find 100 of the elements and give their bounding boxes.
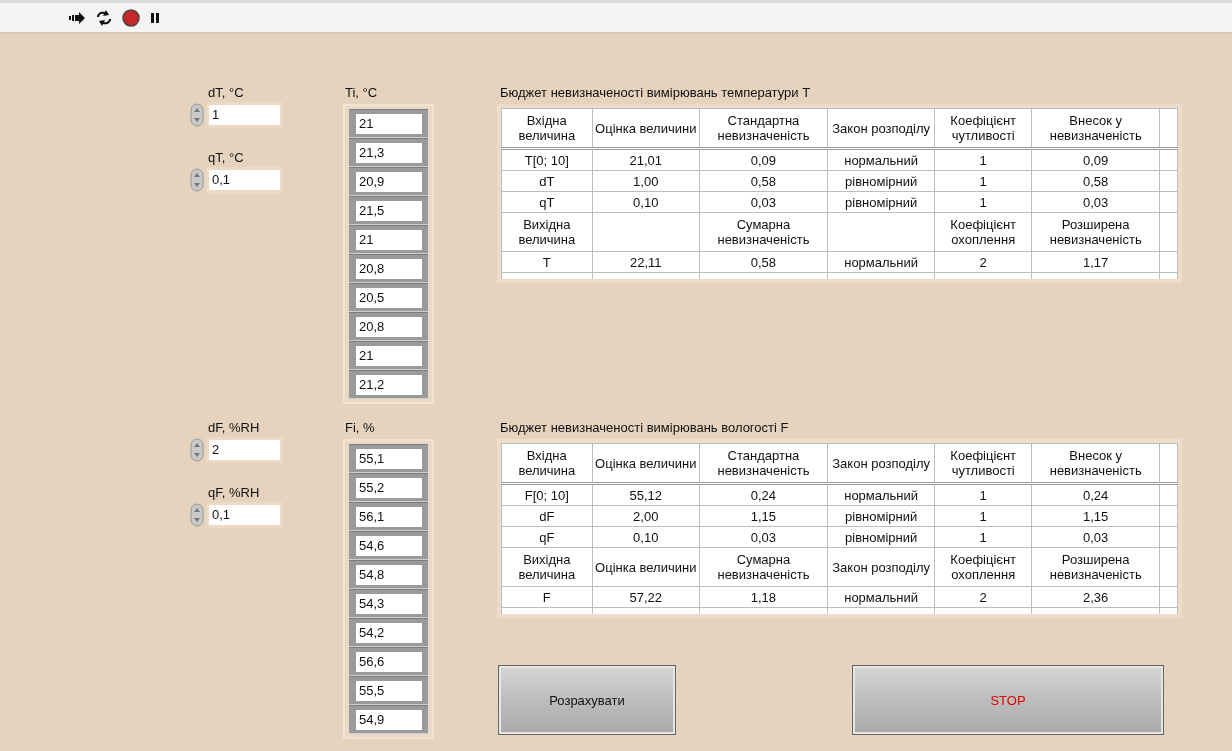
numeric-field[interactable]: 1 — [206, 102, 283, 128]
array-element-field[interactable]: 20,9 — [356, 172, 422, 192]
field-label: dF, %RH — [208, 420, 260, 436]
table-cell: 1 — [979, 152, 987, 168]
column-header: Стандартна невизначеність — [716, 113, 811, 143]
table-title: Бюджет невизначеності вимірювань температури T — [500, 85, 812, 101]
column-header: Внесок у невизначеність — [1048, 448, 1143, 478]
table-cell: F — [542, 589, 551, 605]
calculate-button[interactable]: Розрахувати — [498, 665, 676, 735]
table-cell: T — [542, 254, 551, 270]
table-cell: нормальний — [844, 254, 919, 270]
table-cell: 1 — [979, 194, 987, 210]
field-label: qF, %RH — [208, 485, 260, 501]
table-cell: qF — [539, 529, 555, 545]
column-header: Оцінка величини — [595, 455, 697, 471]
table-cell: 1,15 — [1083, 508, 1109, 524]
table-cell: рівномірний — [845, 529, 918, 545]
table-cell: рівномірний — [845, 508, 918, 524]
array-element-field[interactable]: 20,5 — [356, 288, 422, 308]
table-cell: 1,00 — [633, 173, 659, 189]
array-element-field[interactable]: 56,6 — [356, 652, 422, 672]
column-header: Розширена невизначеність — [1048, 552, 1143, 582]
column-header: Сумарна невизначеність — [716, 217, 811, 247]
table-cell: 1 — [979, 173, 987, 189]
table-cell: 1 — [979, 508, 987, 524]
table-cell: 57,22 — [629, 589, 662, 605]
array-label: Ti, °C — [345, 85, 379, 101]
table-cell: 0,09 — [750, 152, 777, 168]
column-header: Коефіцієнт чутливості — [949, 448, 1018, 478]
column-header: Внесок у невизначеність — [1048, 113, 1143, 143]
field-label: qT, °C — [208, 150, 244, 166]
table-cell: нормальний — [844, 487, 919, 503]
column-header: Сумарна невизначеність — [716, 552, 811, 582]
table-cell: 21,01 — [629, 152, 662, 168]
table-cell: 0,03 — [1083, 194, 1109, 210]
table-cell: нормальний — [844, 589, 919, 605]
table-cell: F[0; 10] — [524, 487, 569, 503]
column-header: Коефіцієнт чутливості — [949, 113, 1018, 143]
table-cell: 2,36 — [1083, 589, 1109, 605]
array-element-field[interactable]: 56,1 — [356, 507, 422, 527]
array-element-field[interactable]: 54,2 — [356, 623, 422, 643]
table-cell: 0,09 — [1083, 152, 1109, 168]
table-title: Бюджет невизначеності вимірювань вологості F — [500, 420, 790, 436]
numeric-field[interactable]: 0,1 — [206, 167, 283, 193]
table-cell: 0,24 — [1083, 487, 1109, 503]
numeric-field[interactable]: 0,1 — [206, 502, 283, 528]
table-cell: dF — [539, 508, 555, 524]
array-element-field[interactable]: 54,9 — [356, 710, 422, 730]
array-element-field[interactable]: 55,1 — [356, 449, 422, 469]
array-element-field[interactable]: 20,8 — [356, 259, 422, 279]
column-header: Розширена невизначеність — [1048, 217, 1143, 247]
array-element-field[interactable]: 21 — [356, 114, 422, 134]
table-cell: 0,10 — [633, 194, 659, 210]
table-cell: 0,03 — [750, 529, 777, 545]
array-element-field[interactable]: 55,5 — [356, 681, 422, 701]
table-cell: dT — [539, 173, 555, 189]
table-cell: 0,24 — [750, 487, 777, 503]
stop-icon[interactable] — [122, 8, 140, 27]
array-element-field[interactable]: 54,8 — [356, 565, 422, 585]
table-cell: рівномірний — [845, 194, 918, 210]
table-cell: 0,58 — [750, 254, 777, 270]
table-cell: 1,15 — [750, 508, 777, 524]
array-element-field[interactable]: 54,3 — [356, 594, 422, 614]
table-cell: нормальний — [844, 152, 919, 168]
table-cell: 2 — [979, 254, 987, 270]
spinner-arrows-icon[interactable] — [190, 503, 204, 527]
column-header: Вхідна величина — [517, 448, 577, 478]
table-cell: 1 — [979, 487, 987, 503]
array-element-field[interactable]: 54,6 — [356, 536, 422, 556]
column-header: Стандартна невизначеність — [716, 448, 811, 478]
array-element-field[interactable]: 21,3 — [356, 143, 422, 163]
table-cell: 2,00 — [633, 508, 659, 524]
run-arrow-icon[interactable] — [68, 10, 86, 25]
table-cell: 0,03 — [750, 194, 777, 210]
array-element-field[interactable]: 55,2 — [356, 478, 422, 498]
field-label: dT, °C — [208, 85, 244, 101]
spinner-arrows-icon[interactable] — [190, 168, 204, 192]
array-label: Fi, % — [345, 420, 376, 436]
array-element-field[interactable]: 21,5 — [356, 201, 422, 221]
table-cell: 1 — [979, 529, 987, 545]
pause-icon[interactable] — [149, 11, 161, 24]
table-cell: T[0; 10] — [524, 152, 569, 168]
array-element-field[interactable]: 21 — [356, 346, 422, 366]
column-header: Вихідна величина — [517, 552, 577, 582]
column-header: Вхідна величина — [517, 113, 577, 143]
column-header: Закон розподілу — [832, 559, 930, 575]
column-header: Оцінка величини — [595, 120, 697, 136]
spinner-arrows-icon[interactable] — [190, 438, 204, 462]
array-element-field[interactable]: 21,2 — [356, 375, 422, 395]
table-cell: 0,03 — [1083, 529, 1109, 545]
table-cell: 0,10 — [633, 529, 659, 545]
numeric-field[interactable]: 2 — [206, 437, 283, 463]
refresh-arrows-icon[interactable] — [95, 9, 113, 26]
spinner-arrows-icon[interactable] — [190, 103, 204, 127]
table-cell: qT — [539, 194, 555, 210]
table-cell: 2 — [979, 589, 987, 605]
array-element-field[interactable]: 20,8 — [356, 317, 422, 337]
table-cell: 0,58 — [750, 173, 777, 189]
table-cell: 22,11 — [629, 254, 662, 270]
array-element-field[interactable]: 21 — [356, 230, 422, 250]
